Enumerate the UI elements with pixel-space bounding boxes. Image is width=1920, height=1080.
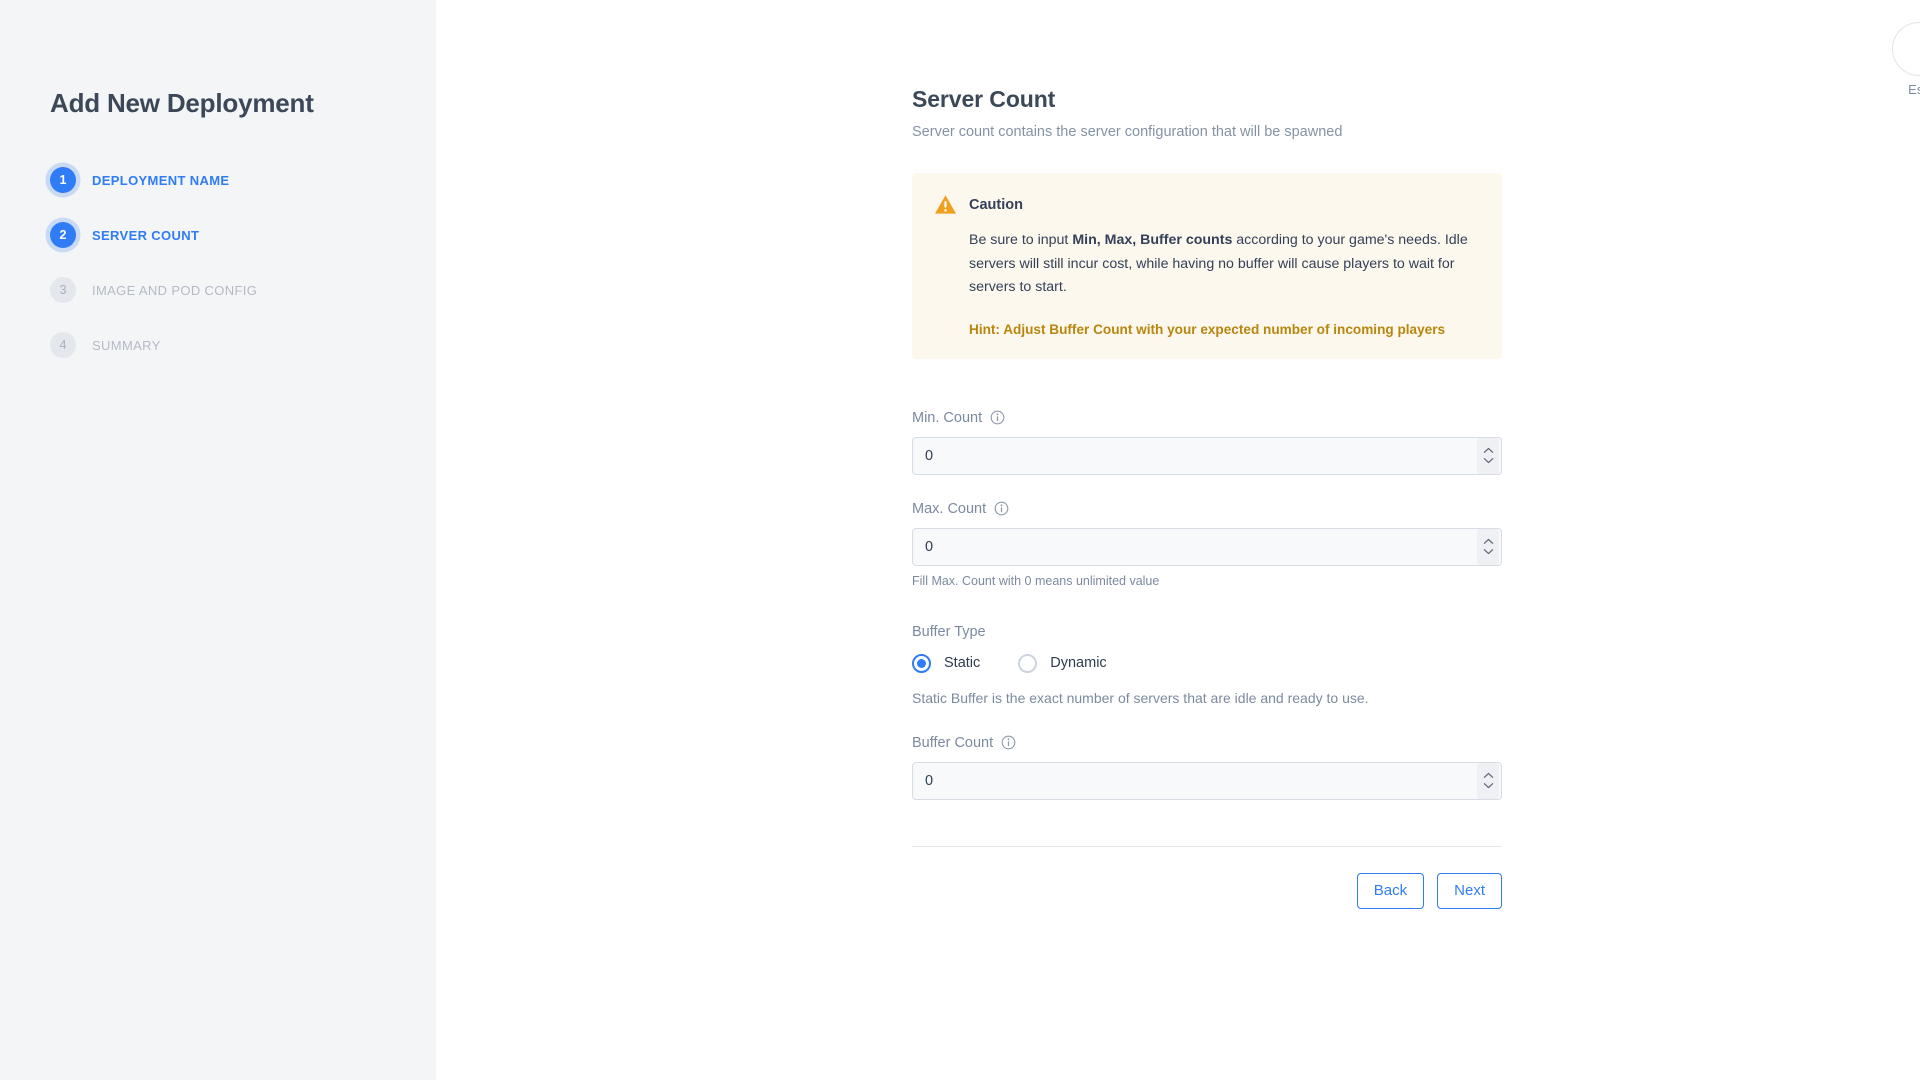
chevron-down-icon[interactable]: [1483, 548, 1494, 555]
step-number-badge: 4: [50, 332, 76, 358]
caution-body-pre: Be sure to input: [969, 232, 1073, 248]
warning-triangle-icon: [935, 195, 956, 214]
step-label: SERVER COUNT: [92, 227, 200, 243]
step-label: DEPLOYMENT NAME: [92, 172, 230, 188]
buffer-type-option-static[interactable]: Static: [912, 653, 981, 673]
wizard-sidebar: Add New Deployment 1 DEPLOYMENT NAME 2 S…: [0, 0, 436, 1080]
max-count-input[interactable]: 0: [912, 527, 1502, 566]
buffer-count-value: 0: [925, 772, 934, 789]
min-count-value: 0: [925, 447, 934, 464]
buffer-type-radio-group: Static Dynamic: [912, 653, 1502, 673]
wizard-title: Add New Deployment: [50, 88, 314, 118]
step-number-badge: 3: [50, 277, 76, 303]
chevron-up-icon[interactable]: [1483, 538, 1494, 545]
radio-mark-dynamic[interactable]: [1018, 653, 1038, 673]
max-count-stepper[interactable]: [1477, 528, 1499, 565]
step-label: SUMMARY: [92, 337, 161, 353]
next-button[interactable]: Next: [1437, 872, 1502, 909]
buffer-count-label-row: Buffer Count: [912, 735, 1502, 751]
caution-body: Be sure to input Min, Max, Buffer counts…: [934, 229, 1480, 300]
buffer-type-field: Buffer Type Static Dynamic Static Buffer…: [912, 624, 1502, 706]
buffer-type-description: Static Buffer is the exact number of ser…: [912, 689, 1369, 706]
sidebar-step-server-count[interactable]: 2 SERVER COUNT: [50, 222, 436, 248]
wizard-actions: Back Next: [912, 872, 1502, 909]
close-x-icon: [1908, 38, 1920, 60]
sidebar-step-image-and-pod-config: 3 IMAGE AND POD CONFIG: [50, 277, 436, 303]
footer-divider: [912, 845, 1502, 847]
chevron-down-icon[interactable]: [1483, 782, 1494, 789]
max-count-helper-text: Fill Max. Count with 0 means unlimited v…: [912, 573, 1160, 588]
sidebar-step-summary: 4 SUMMARY: [50, 332, 436, 358]
buffer-count-label: Buffer Count: [912, 734, 994, 751]
back-button[interactable]: Back: [1356, 872, 1425, 909]
page-title: Server Count: [912, 86, 1056, 112]
caution-callout: Caution Be sure to input Min, Max, Buffe…: [912, 173, 1502, 359]
caution-header: Caution: [934, 194, 1480, 215]
buffer-type-label: Buffer Type: [912, 623, 986, 640]
server-count-form: Server Count Server count contains the s…: [912, 0, 1502, 909]
chevron-down-icon[interactable]: [1483, 457, 1494, 464]
page-subtitle: Server count contains the server configu…: [912, 124, 1343, 140]
max-count-label-row: Max. Count: [912, 501, 1502, 517]
min-count-label-row: Min. Count: [912, 410, 1502, 426]
min-count-field: Min. Count 0: [912, 410, 1502, 475]
min-count-label: Min. Count: [912, 409, 983, 426]
buffer-type-option-dynamic[interactable]: Dynamic: [1018, 653, 1107, 673]
wizard-steps: 1 DEPLOYMENT NAME 2 SERVER COUNT 3 IMAGE…: [50, 167, 436, 358]
step-number-badge: 1: [50, 167, 76, 193]
max-count-field: Max. Count 0 Fill Max. Count with 0 mean…: [912, 501, 1502, 588]
add-deployment-wizard: Add New Deployment 1 DEPLOYMENT NAME 2 S…: [0, 0, 1920, 1080]
radio-mark-static[interactable]: [912, 653, 931, 673]
max-count-value: 0: [925, 538, 934, 555]
buffer-type-option-static-label: Static: [944, 655, 981, 672]
caution-title: Caution: [969, 196, 1023, 213]
close-button-circle[interactable]: [1892, 22, 1920, 76]
min-count-stepper[interactable]: [1477, 437, 1499, 474]
max-count-label: Max. Count: [912, 500, 987, 517]
chevron-up-icon[interactable]: [1483, 772, 1494, 779]
buffer-count-input[interactable]: 0: [912, 761, 1502, 800]
wizard-main-panel: Esc Server Count Server count contains t…: [436, 0, 1920, 1080]
close-dialog-button[interactable]: Esc: [1892, 22, 1920, 97]
buffer-type-option-dynamic-label: Dynamic: [1050, 655, 1107, 672]
buffer-count-stepper[interactable]: [1477, 762, 1499, 799]
info-circle-icon[interactable]: [990, 410, 1005, 425]
close-esc-label: Esc: [1908, 82, 1920, 97]
caution-body-bold: Min, Max, Buffer counts: [1072, 232, 1233, 248]
caution-hint: Hint: Adjust Buffer Count with your expe…: [969, 321, 1446, 337]
info-circle-icon[interactable]: [994, 501, 1009, 516]
buffer-count-field: Buffer Count 0: [912, 735, 1502, 800]
min-count-input[interactable]: 0: [912, 436, 1502, 475]
step-number-badge: 2: [50, 222, 76, 248]
sidebar-step-deployment-name[interactable]: 1 DEPLOYMENT NAME: [50, 167, 436, 193]
info-circle-icon[interactable]: [1001, 735, 1016, 750]
step-label: IMAGE AND POD CONFIG: [92, 282, 258, 298]
chevron-up-icon[interactable]: [1483, 447, 1494, 454]
